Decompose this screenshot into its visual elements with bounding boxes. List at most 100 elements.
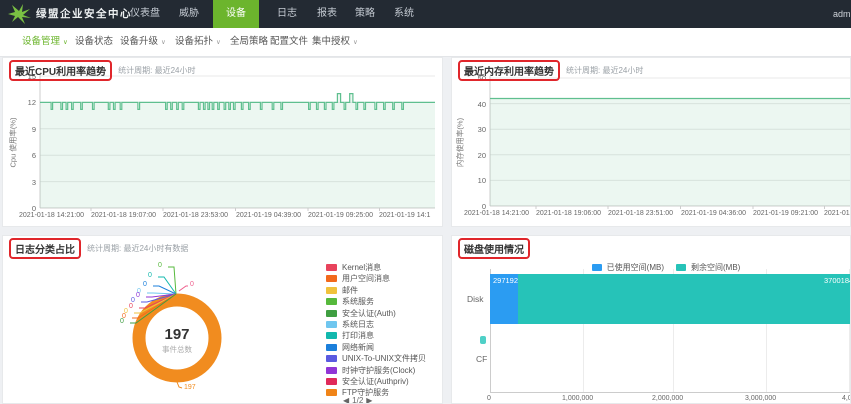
legend-label: Kernel消息 <box>342 262 381 273</box>
pager-prev-icon[interactable]: ◀ <box>343 396 349 404</box>
nsfocus-security-center-page: { "topnav": { "brand": "绿盟企业安全中心", "item… <box>0 0 851 404</box>
legend-item[interactable]: 系统服务 <box>326 296 374 307</box>
subnav-item-1[interactable]: 设备状态 <box>75 28 113 55</box>
legend-item[interactable]: Kernel消息 <box>326 262 381 273</box>
annotation-box: 最近内存利用率趋势 <box>458 60 560 81</box>
nav-item-5[interactable]: 策略 <box>351 0 379 28</box>
legend-item[interactable]: UNIX-To-UNIX文件拷贝 <box>326 353 426 364</box>
disk-row-label: CF <box>476 354 487 364</box>
subnav-item-label: 设备状态 <box>75 36 113 47</box>
x-axis-tick: 2021-01-18 23:51:00 <box>608 210 673 217</box>
subnav-item-label: 设备升级 <box>120 36 158 47</box>
panel-header: 日志分类占比 统计周期: 最近24小时有数据 <box>9 237 188 259</box>
legend-item[interactable]: 时钟守护服务(Clock) <box>326 365 415 376</box>
x-axis-tick: 4,0 <box>842 395 851 402</box>
subnav-item-3[interactable]: 设备拓扑∨ <box>175 28 221 55</box>
x-axis-tick: 0 <box>487 395 491 402</box>
legend-swatch <box>326 389 337 396</box>
nav-item-1[interactable]: 威胁 <box>175 0 203 28</box>
subnav-item-5[interactable]: 配置文件 <box>270 28 308 55</box>
y-axis-label: 内存使用率(%) <box>455 93 466 193</box>
nav-item-0[interactable]: 仪表盘 <box>128 0 162 28</box>
legend-swatch <box>326 355 337 362</box>
legend-label: 网络新闻 <box>342 342 374 353</box>
stat-period-label: 统计周期: 最近24小时有数据 <box>87 243 188 254</box>
legend-item[interactable]: 安全认证(Authpriv) <box>326 376 409 387</box>
legend-swatch <box>326 287 337 294</box>
donut-total: 197 <box>164 326 189 343</box>
subnav-item-label: 集中授权 <box>312 36 350 47</box>
pager-page-label: 1/2 <box>352 396 363 404</box>
cf-mini-bar <box>480 336 486 344</box>
legend-item[interactable]: 已使用空间(MB) <box>592 262 664 273</box>
memory-chart: 010203040502021-01-18 14:21:002021-01-18… <box>452 58 850 226</box>
callout-label: 0 <box>158 262 162 269</box>
nav-item-2[interactable]: 设备 <box>213 0 259 28</box>
legend-item[interactable]: 剩余空间(MB) <box>676 262 740 273</box>
legend-item[interactable]: 网络新闻 <box>326 342 374 353</box>
x-axis-line <box>490 392 850 393</box>
nav-item-6[interactable]: 系统 <box>390 0 418 28</box>
legend-item[interactable]: 系统日志 <box>326 319 374 330</box>
top-navigation: 绿盟企业安全中心 仪表盘威胁设备日志报表策略系统 admin <box>0 0 851 28</box>
donut-chart: 00000000000197197事件总数Kernel消息用户空间消息邮件系统服… <box>3 236 442 403</box>
legend-label: 系统服务 <box>342 296 374 307</box>
cpu-chart: 036912152021-01-18 14:21:002021-01-18 19… <box>3 58 442 226</box>
legend-swatch <box>326 298 337 305</box>
cpu-chart-canvas <box>3 58 442 226</box>
pager-next-icon[interactable]: ▶ <box>366 396 372 404</box>
legend-swatch <box>676 264 686 271</box>
chevron-down-icon: ∨ <box>353 39 358 46</box>
legend-swatch <box>326 275 337 282</box>
panel-header: 磁盘使用情况 <box>458 237 530 259</box>
annotation-box: 磁盘使用情况 <box>458 238 530 259</box>
legend-item[interactable]: 安全认证(Auth) <box>326 308 396 319</box>
subnav-item-label: 设备管理 <box>22 36 60 47</box>
disk-usage-panel: 磁盘使用情况 已使用空间(MB)剩余空间(MB)2971923700184Dis… <box>451 235 851 404</box>
log-share-panel: 日志分类占比 统计周期: 最近24小时有数据 00000000000197197… <box>2 235 443 404</box>
x-axis-tick: 2021-01-19 04:39:00 <box>236 212 301 219</box>
legend-item[interactable]: 邮件 <box>326 285 358 296</box>
chevron-down-icon: ∨ <box>161 39 166 46</box>
legend-pager: ◀1/2▶ <box>343 396 372 404</box>
callout-line <box>177 382 182 388</box>
x-axis-tick: 2021-01-18 19:07:00 <box>91 212 156 219</box>
callout-label: 0 <box>148 272 152 279</box>
legend-swatch <box>326 344 337 351</box>
x-axis-tick: 2021-01-18 23:53:00 <box>163 212 228 219</box>
subnav-item-0[interactable]: 设备管理∨ <box>22 28 68 55</box>
legend-label: 安全认证(Auth) <box>342 308 396 319</box>
callout-line <box>147 293 176 294</box>
panel-header: 最近CPU利用率趋势 统计周期: 最近24小时 <box>9 59 195 81</box>
annotation-box: 最近CPU利用率趋势 <box>9 60 112 81</box>
panel-header: 最近内存利用率趋势 统计周期: 最近24小时 <box>458 59 643 81</box>
legend-item[interactable]: 用户空间消息 <box>326 273 390 284</box>
nav-item-4[interactable]: 报表 <box>313 0 341 28</box>
cpu-trend-panel: 最近CPU利用率趋势 统计周期: 最近24小时 036912152021-01-… <box>2 57 443 227</box>
user-menu[interactable]: admin <box>833 0 851 28</box>
subnav-item-6[interactable]: 集中授权∨ <box>312 28 358 55</box>
memory-trend-panel: 最近内存利用率趋势 统计周期: 最近24小时 010203040502021-0… <box>451 57 851 227</box>
disk-used-value: 297192 <box>493 276 518 285</box>
chevron-down-icon: ∨ <box>216 39 221 46</box>
panel-title: 最近内存利用率趋势 <box>464 63 554 78</box>
callout-line <box>168 267 176 294</box>
disk-free-value: 3700184 <box>824 276 851 285</box>
subnav-item-4[interactable]: 全局策略 <box>230 28 268 55</box>
legend-swatch <box>326 321 337 328</box>
subnav-item-2[interactable]: 设备升级∨ <box>120 28 166 55</box>
subnav-item-label: 设备拓扑 <box>175 36 213 47</box>
callout-label: 197 <box>184 384 196 391</box>
x-axis-tick: 2021-01-18 14:21:00 <box>464 210 529 217</box>
stat-period-label: 统计周期: 最近24小时 <box>118 65 195 76</box>
panel-title: 磁盘使用情况 <box>464 241 524 256</box>
chevron-down-icon: ∨ <box>63 39 68 46</box>
stat-period-label: 统计周期: 最近24小时 <box>566 65 643 76</box>
legend-item[interactable]: 打印消息 <box>326 330 374 341</box>
legend-label: 邮件 <box>342 285 358 296</box>
legend-label: 时钟守护服务(Clock) <box>342 365 415 376</box>
x-axis-tick: 2021-01-19 04:36:00 <box>681 210 746 217</box>
disk-free-bar <box>518 274 851 324</box>
nav-item-3[interactable]: 日志 <box>273 0 301 28</box>
callout-line <box>179 286 188 291</box>
